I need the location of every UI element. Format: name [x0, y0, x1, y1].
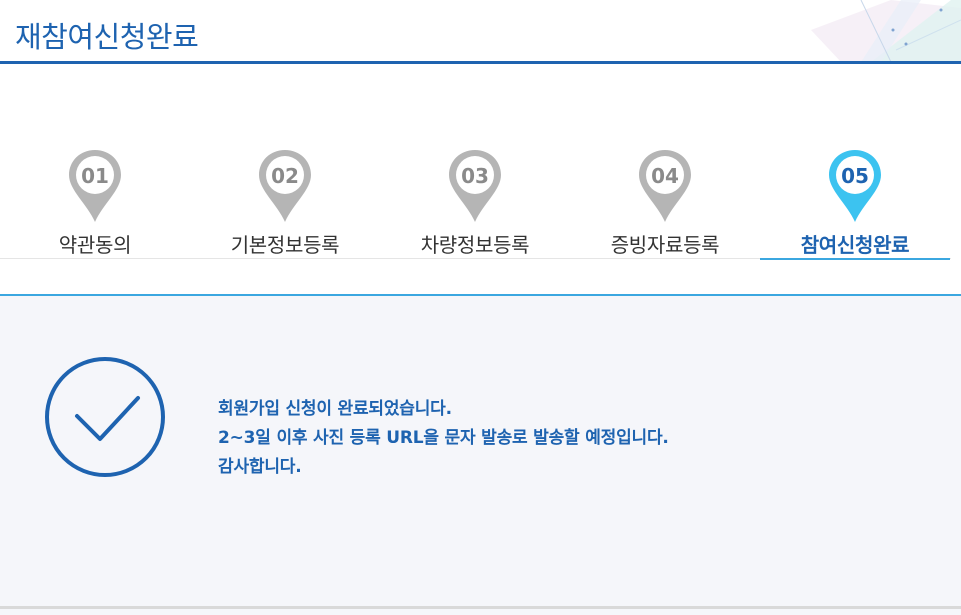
- step-label: 참여신청완료: [800, 233, 910, 257]
- step-label: 증빙자료등록: [610, 233, 720, 257]
- step-number: 03: [461, 164, 489, 188]
- header-divider: [0, 61, 961, 64]
- step-number: 05: [841, 164, 869, 188]
- location-pin-icon: 01: [69, 150, 121, 222]
- step-number: 04: [651, 164, 679, 188]
- completion-line-2: 2~3일 이후 사진 등록 URL을 문자 발송로 발송할 예정입니다.: [218, 428, 669, 448]
- header-decoration: [811, 0, 961, 62]
- step-label: 차량정보등록: [420, 233, 530, 257]
- location-pin-icon: 04: [639, 150, 691, 222]
- location-pin-icon: 03: [449, 150, 501, 222]
- step-05: 05 참여신청완료: [760, 145, 950, 261]
- completion-message: 회원가입 신청이 완료되었습니다. 2~3일 이후 사진 등록 URL을 문자 …: [218, 395, 669, 482]
- panel-bottom-border: [0, 606, 961, 609]
- check-circle-icon: [45, 357, 165, 477]
- step-label: 약관동의: [58, 233, 132, 257]
- progress-steps: 01 약관동의 02 기본정보등록 03 차량정보등록 04 증빙자료등록 05…: [0, 145, 961, 261]
- location-pin-icon: 02: [259, 150, 311, 222]
- step-03: 03 차량정보등록: [380, 145, 570, 261]
- page-header: 재참여신청완료: [0, 0, 961, 64]
- step-number: 01: [81, 164, 109, 188]
- active-step-underline: [760, 258, 950, 260]
- step-04: 04 증빙자료등록: [570, 145, 760, 261]
- step-label: 기본정보등록: [230, 233, 340, 257]
- page-title: 재참여신청완료: [15, 20, 199, 54]
- step-02: 02 기본정보등록: [190, 145, 380, 261]
- completion-line-1: 회원가입 신청이 완료되었습니다.: [218, 399, 452, 419]
- step-number: 02: [271, 164, 299, 188]
- completion-line-3: 감사합니다.: [218, 457, 302, 477]
- step-01: 01 약관동의: [0, 145, 190, 261]
- location-pin-icon: 05: [829, 150, 881, 222]
